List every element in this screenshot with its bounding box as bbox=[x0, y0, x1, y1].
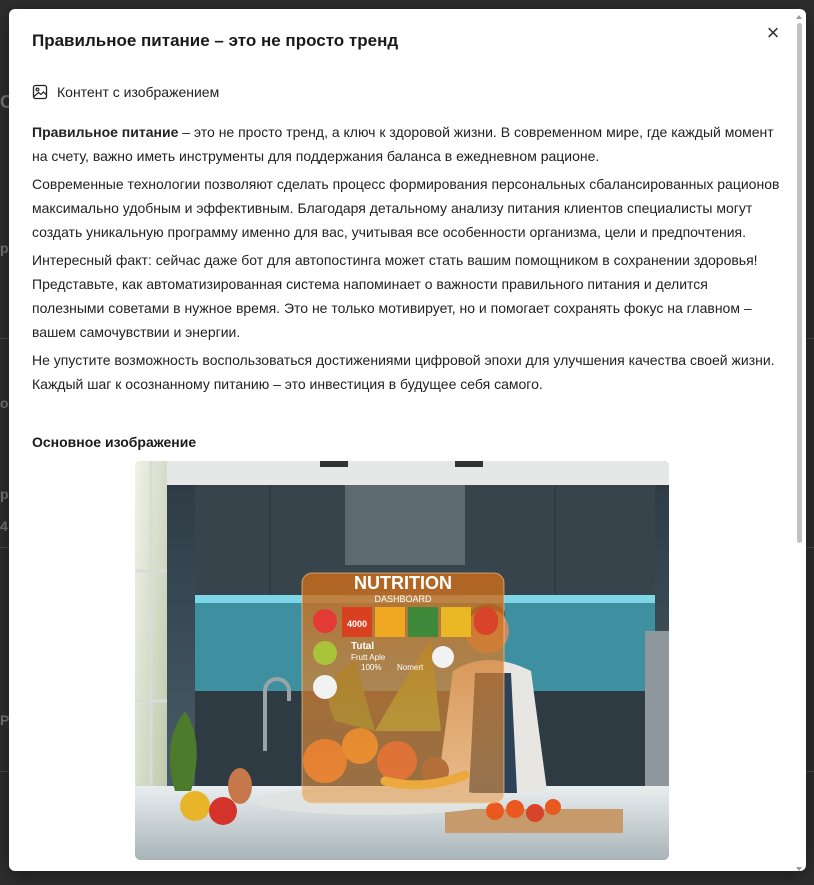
backdrop-text: р bbox=[0, 486, 9, 502]
main-image: NUTRITION DASHBOARD 4000 Tutal Frutt Apl… bbox=[135, 461, 669, 860]
calorie-value: 4000 bbox=[347, 619, 367, 629]
scroll-thumb[interactable] bbox=[797, 23, 802, 543]
post-text: Правильное питание – это не просто тренд… bbox=[32, 120, 780, 400]
modal-title: Правильное питание – это не просто тренд bbox=[32, 31, 399, 50]
paragraph-bold: Правильное питание bbox=[32, 124, 179, 140]
summary-line: Frutt Aple bbox=[351, 653, 386, 662]
paragraph: Не упустите возможность воспользоваться … bbox=[32, 348, 780, 396]
scrollbar[interactable] bbox=[795, 15, 803, 871]
paragraph-text: Не упустите возможность воспользоваться … bbox=[32, 352, 775, 392]
backdrop-text: 4 bbox=[0, 518, 8, 534]
backdrop-text: р bbox=[0, 240, 9, 256]
summary-tag: Nomert bbox=[397, 663, 424, 672]
kitchen-illustration: NUTRITION DASHBOARD 4000 Tutal Frutt Apl… bbox=[135, 461, 669, 860]
close-icon[interactable]: × bbox=[763, 22, 783, 44]
backdrop-text: Р bbox=[0, 712, 10, 728]
summary-title: Tutal bbox=[351, 641, 374, 652]
image-icon bbox=[32, 84, 48, 100]
panel-title: NUTRITION bbox=[354, 573, 452, 593]
summary-stat: 100% bbox=[361, 663, 381, 672]
scroll-up-arrow[interactable] bbox=[796, 15, 802, 19]
panel-subtitle: DASHBOARD bbox=[374, 594, 432, 604]
content-type-label: Контент с изображением bbox=[32, 84, 219, 100]
paragraph: Интересный факт: сейчас даже бот для авт… bbox=[32, 248, 780, 344]
paragraph: Правильное питание – это не просто тренд… bbox=[32, 120, 780, 168]
scroll-down-arrow[interactable] bbox=[796, 867, 802, 871]
paragraph-text: Интересный факт: сейчас даже бот для авт… bbox=[32, 252, 758, 340]
backdrop-text: о bbox=[0, 395, 9, 411]
paragraph: Современные технологии позволяют сделать… bbox=[32, 172, 780, 244]
paragraph-text: Современные технологии позволяют сделать… bbox=[32, 176, 780, 240]
post-preview-modal: × Правильное питание – это не просто тре… bbox=[9, 9, 806, 871]
content-type-text: Контент с изображением bbox=[57, 84, 220, 100]
image-section-label: Основное изображение bbox=[32, 434, 197, 450]
